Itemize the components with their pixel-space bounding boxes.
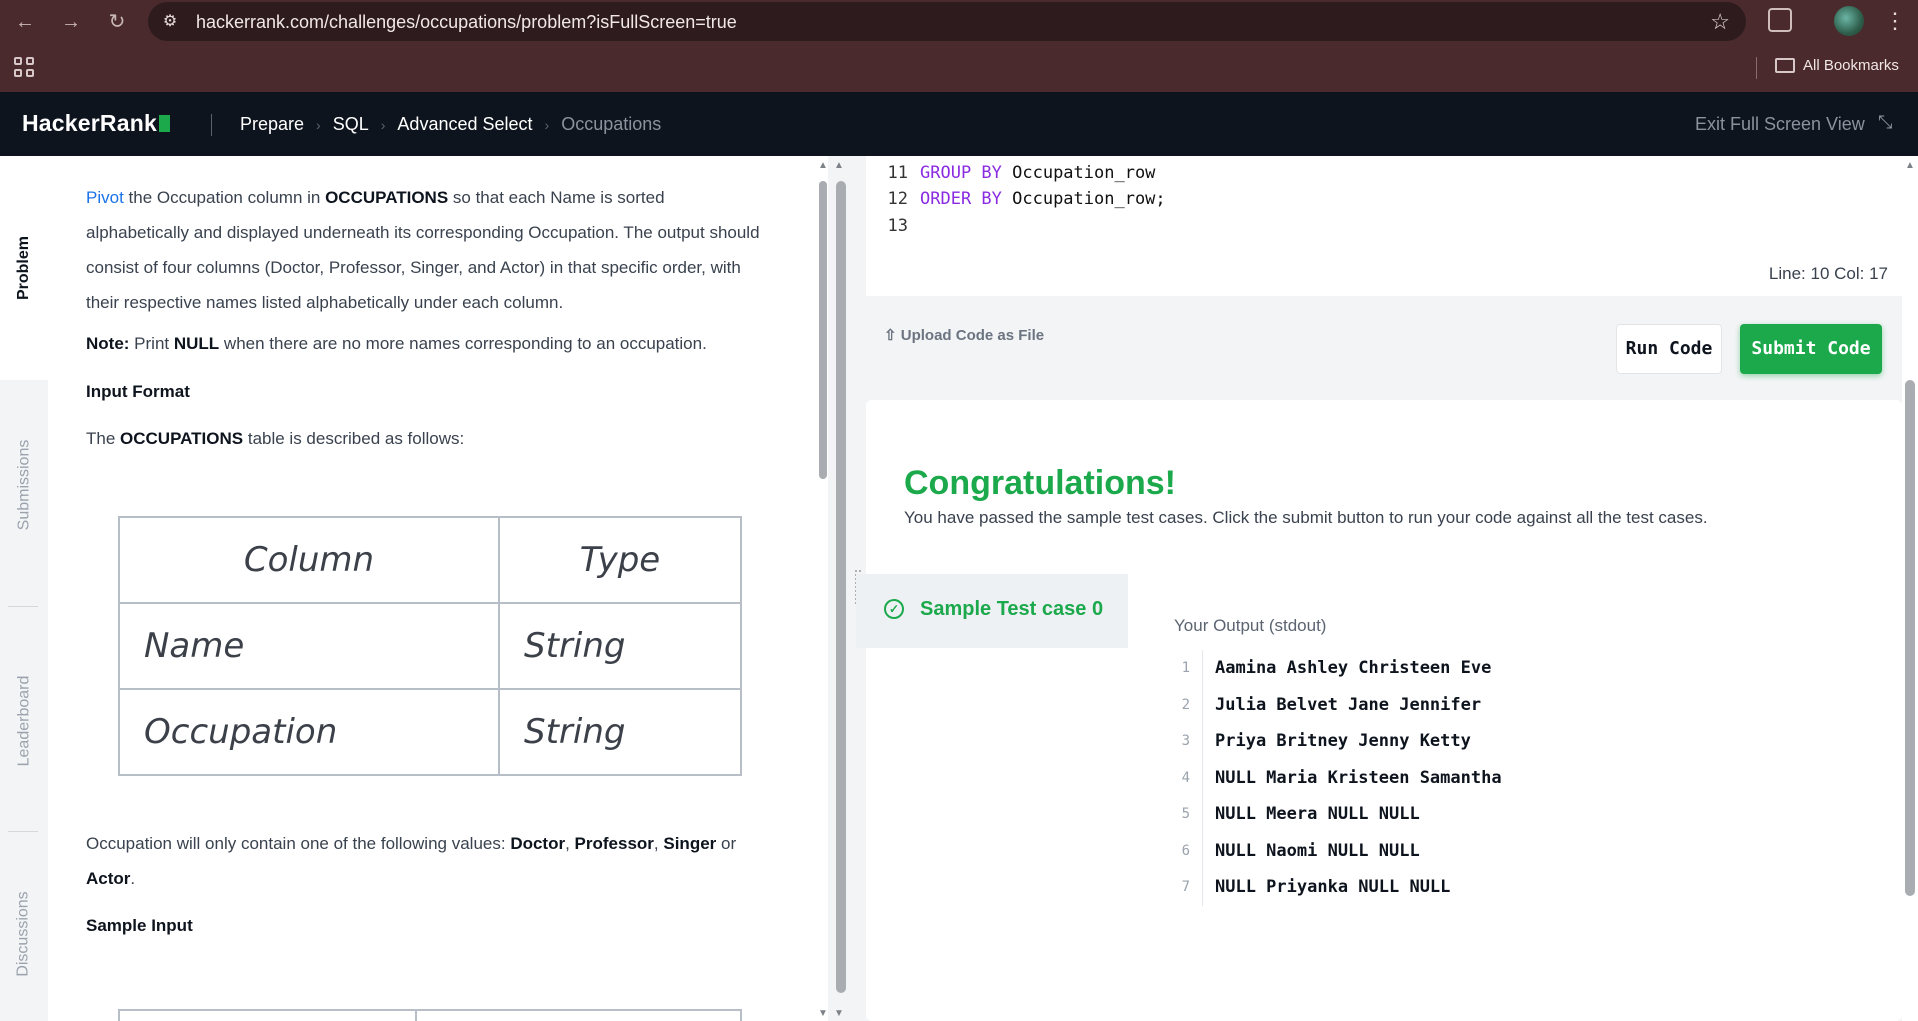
exit-fullscreen-link[interactable]: Exit Full Screen View [1695,114,1865,135]
bookmark-star-icon[interactable]: ☆ [1710,9,1730,35]
scroll-down-icon[interactable]: ▼ [834,1008,844,1019]
testcase-label: Sample Test case 0 [920,598,1104,620]
scroll-up-icon[interactable]: ▲ [1905,160,1915,171]
cursor-position: Line: 10 Col: 17 [1768,264,1888,283]
all-bookmarks-button[interactable]: All Bookmarks [1775,57,1899,74]
chevron-right-icon: › [380,116,386,133]
occupation-values-text: Occupation will only contain one of the … [86,834,737,888]
sample-input-table [118,1009,742,1021]
site-header: HackerRank Prepare › SQL › Advanced Sele… [0,92,1918,156]
collapse-icon[interactable]: ⤡ [1878,112,1892,133]
chevron-right-icon: › [544,116,550,133]
occupations-schema-table: Column Type Name String Occupation Strin… [118,516,742,776]
table-header: Column [118,516,500,604]
tab-discussions[interactable]: Discussions [0,846,48,1021]
problem-note: Note: Print NULL when there are no more … [86,334,707,353]
output-row: 6 NULL Naomi NULL NULL [1174,832,1814,869]
address-bar[interactable]: ⚙ hackerrank.com/challenges/occupations/… [148,2,1746,41]
submit-code-button[interactable]: Submit Code [1740,324,1882,374]
side-tabs: Problem Submissions Leaderboard Discussi… [0,156,48,1021]
profile-avatar[interactable] [1834,6,1864,36]
logo-mark [158,115,170,132]
hackerrank-logo[interactable]: HackerRank [22,110,170,137]
tab-problem[interactable]: Problem [0,156,48,380]
forward-icon[interactable]: → [58,9,84,35]
output-row: 5 NULL Meera NULL NULL [1174,796,1814,833]
output-row: 2 Julia Belvet Jane Jennifer [1174,686,1814,723]
breadcrumb-sql[interactable]: SQL [333,114,369,135]
url-text: hackerrank.com/challenges/occupations/pr… [196,12,737,32]
code-line: 13 [887,216,908,236]
tab-submissions[interactable]: Submissions [0,380,48,590]
right-scrollbar[interactable]: ▲ [1902,156,1918,1021]
run-code-button[interactable]: Run Code [1616,324,1722,374]
scrollbar-thumb[interactable] [836,181,846,993]
output-row: 3 Priya Britney Jenny Ketty [1174,723,1814,760]
output-title: Your Output (stdout) [1174,616,1327,635]
sample-input-heading: Sample Input [86,916,193,935]
tab-divider [8,606,38,607]
table-cell: String [498,688,742,776]
code-line: 12 ORDER BY Occupation_row; [887,189,1166,209]
problem-scrollbar[interactable]: ▲ ▼ [818,156,828,1021]
scroll-down-icon[interactable]: ▼ [818,1008,828,1019]
scroll-up-icon[interactable]: ▲ [818,160,828,171]
breadcrumb-prepare[interactable]: Prepare [240,114,304,135]
site-settings-icon[interactable]: ⚙ [160,12,180,32]
result-message: You have passed the sample test cases. C… [904,508,1708,527]
upload-code-button[interactable]: ⇧ Upload Code as File [884,326,1044,344]
browser-menu-icon[interactable]: ⋮ [1884,6,1906,36]
scroll-up-icon[interactable]: ▲ [834,160,844,171]
input-format-heading: Input Format [86,382,190,401]
reload-icon[interactable]: ↻ [104,9,130,35]
check-circle-icon: ✓ [884,599,904,619]
bookmarks-bar: All Bookmarks [0,43,1918,92]
results-panel: Congratulations! You have passed the sam… [856,400,1902,1021]
table-cell: Occupation [118,688,500,776]
editor-actions: ⇧ Upload Code as File Run Code Submit Co… [866,296,1902,400]
problem-description: Pivot the Occupation column in OCCUPATIO… [86,188,760,312]
output-row: 7 NULL Priyanka NULL NULL [1174,869,1814,906]
apps-grid-icon[interactable] [14,57,34,77]
pivot-link[interactable]: Pivot [86,188,124,207]
output-row: 4 NULL Maria Kristeen Samantha [1174,759,1814,796]
table-header: Type [498,516,742,604]
tab-divider [8,831,38,832]
extensions-icon[interactable] [1768,8,1792,32]
chevron-right-icon: › [316,116,321,133]
tab-leaderboard[interactable]: Leaderboard [0,616,48,826]
back-icon[interactable]: ← [12,9,38,35]
logo-text: HackerRank [22,110,157,136]
all-bookmarks-label: All Bookmarks [1803,57,1899,74]
browser-toolbar: ← → ↻ ⚙ hackerrank.com/challenges/occupa… [0,0,1918,43]
result-title: Congratulations! [904,464,1176,502]
folder-icon [1775,58,1795,73]
scrollbar-thumb[interactable] [819,181,827,479]
upload-icon: ⇧ [884,327,901,344]
testcase-tab[interactable]: ✓ Sample Test case 0 [856,574,1128,648]
output-lines: 1 Aamina Ashley Christeen Eve 2 Julia Belv… [1174,650,1814,906]
problem-panel: Pivot the Occupation column in OCCUPATIO… [48,156,818,1021]
output-row: 1 Aamina Ashley Christeen Eve [1174,650,1814,687]
bookmarks-divider [1756,57,1757,79]
table-description: The OCCUPATIONS table is described as fo… [86,429,465,448]
header-divider [211,114,212,136]
breadcrumb: Prepare › SQL › Advanced Select › Occupa… [240,114,661,135]
breadcrumb-advanced-select[interactable]: Advanced Select [397,114,532,135]
breadcrumb-occupations: Occupations [561,114,662,134]
scrollbar-thumb[interactable] [1905,380,1915,896]
table-cell: String [498,602,742,690]
code-line: 11 GROUP BY Occupation_row [887,163,1156,183]
table-cell: Name [118,602,500,690]
code-editor[interactable]: 11 GROUP BY Occupation_row 12 ORDER BY O… [866,156,1902,296]
